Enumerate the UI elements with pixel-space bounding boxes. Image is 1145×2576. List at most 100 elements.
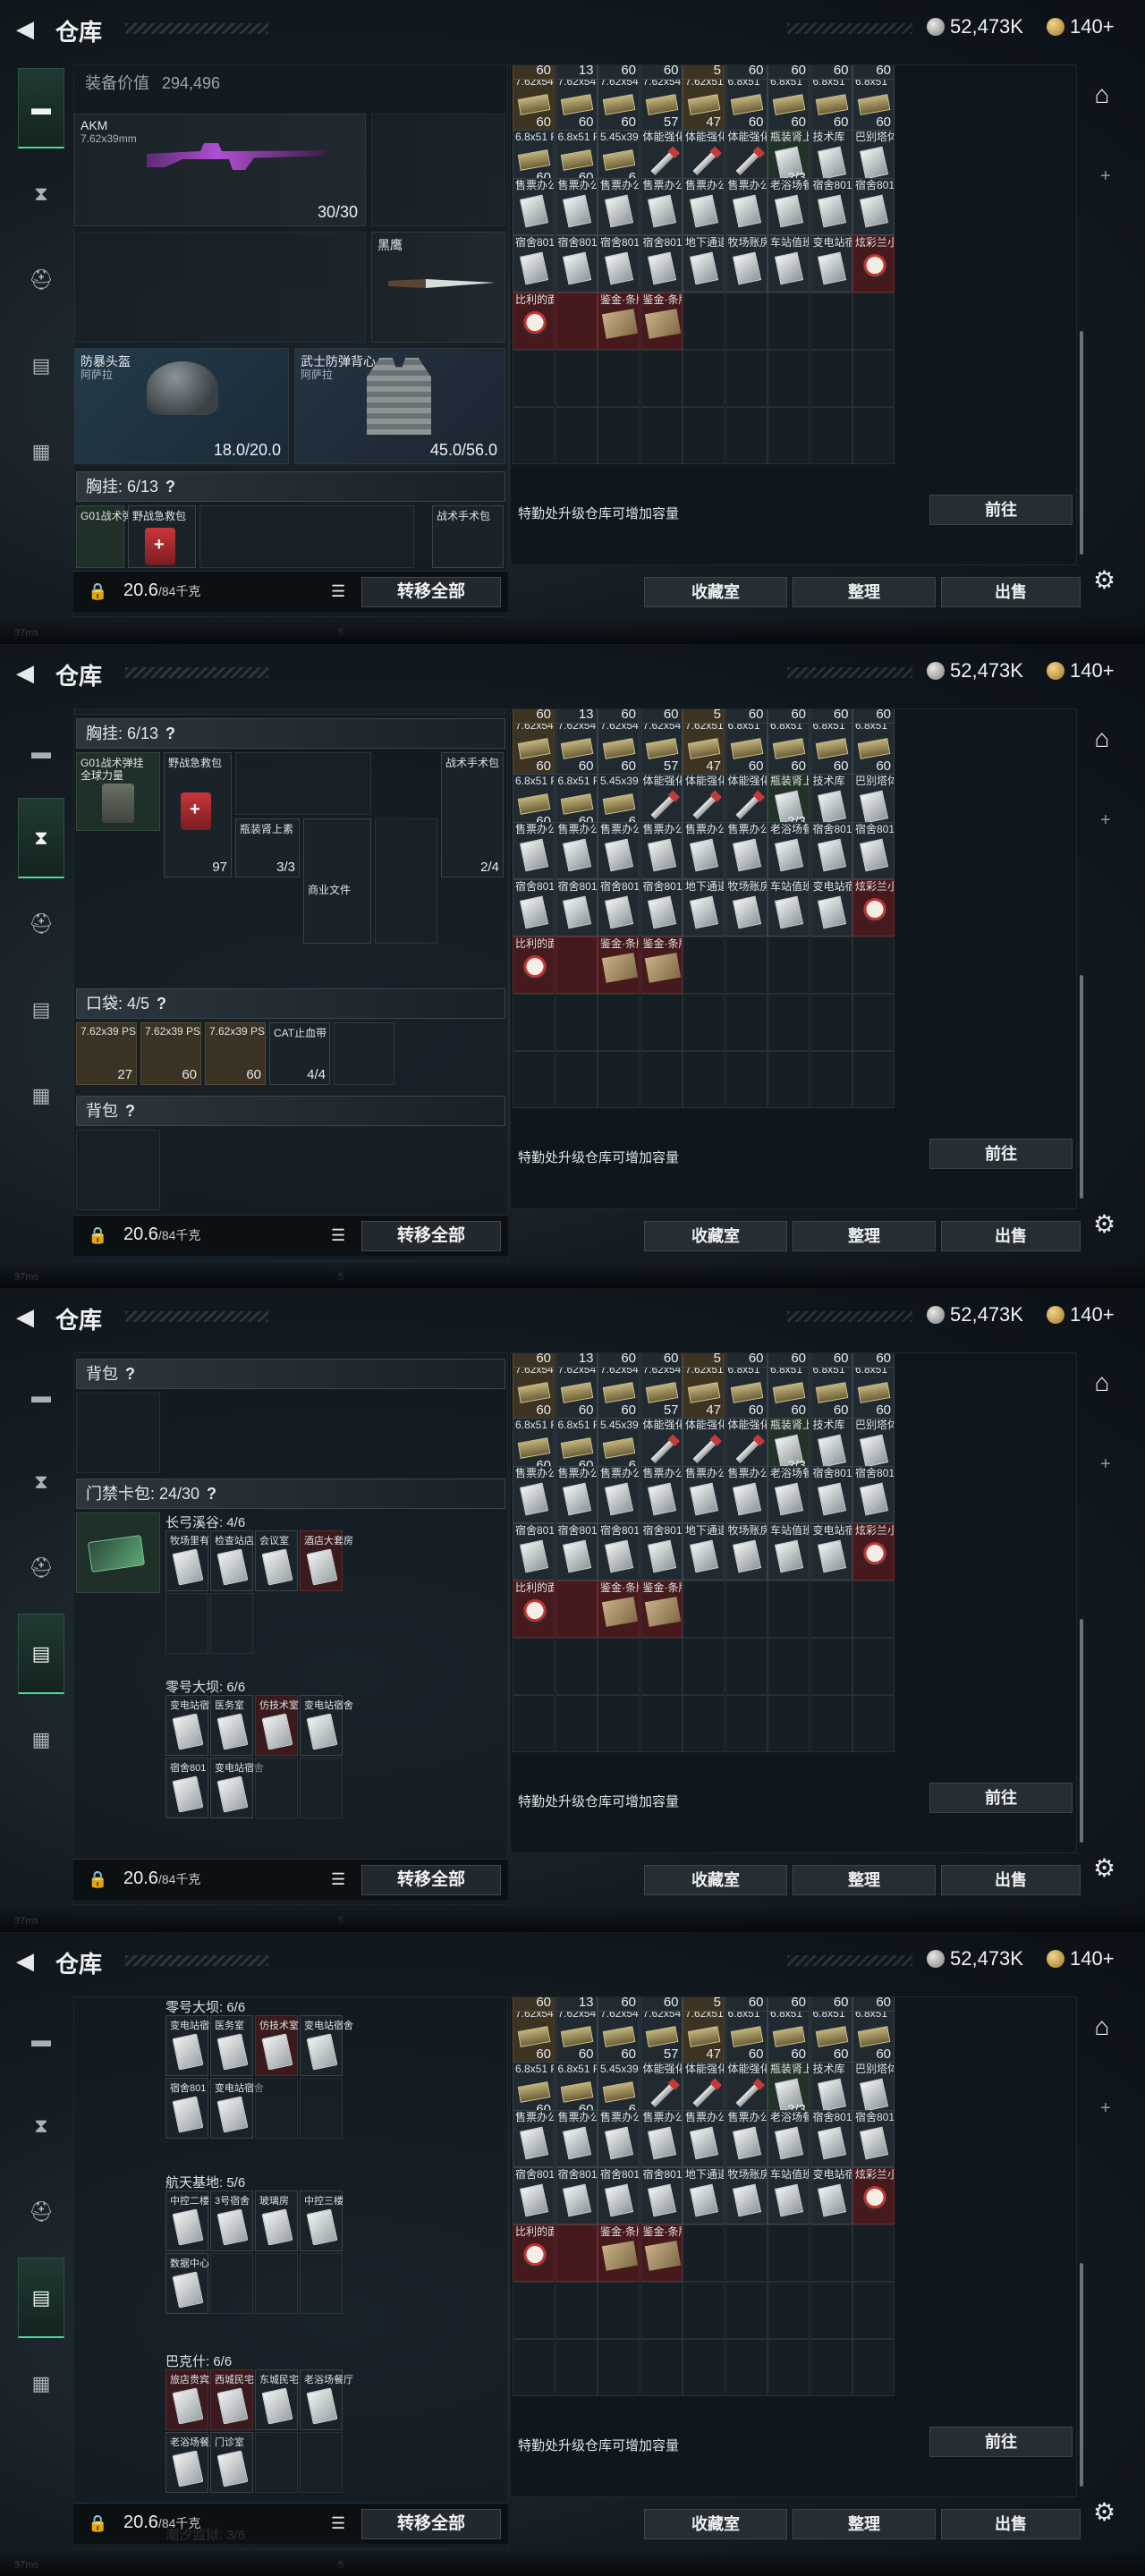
stash-scrollbar[interactable] <box>1080 2263 1083 2487</box>
stash-scrollbar[interactable] <box>1080 331 1083 555</box>
stash-item[interactable]: 7.62x54R60 <box>555 1362 598 1419</box>
empty-slot[interactable] <box>768 2282 810 2339</box>
empty-slot[interactable] <box>852 2282 895 2339</box>
stash-item[interactable]: 7.62x54R60 <box>513 1362 555 1419</box>
stash-item[interactable]: 老浴场餐厅 <box>768 1466 810 1523</box>
backpack-slot[interactable] <box>76 1130 160 1210</box>
stash-item[interactable]: 60 <box>513 65 555 80</box>
empty-slot[interactable] <box>598 1051 640 1108</box>
stash-item[interactable]: 60 <box>598 709 640 724</box>
stash-item[interactable]: 6.8x51 60 <box>725 2006 768 2063</box>
stash-item[interactable]: 6.8x51 60 <box>768 1362 810 1419</box>
empty-slot[interactable] <box>513 994 555 1051</box>
stash-item[interactable]: 老浴场餐厅 <box>768 2110 810 2167</box>
help-icon[interactable]: ? <box>165 478 175 496</box>
stash-item[interactable]: 60 <box>598 65 640 80</box>
keycard-item[interactable]: 东城民宅 <box>255 2369 299 2430</box>
stash-item[interactable]: 售票办公室 <box>513 2110 555 2167</box>
stash-item[interactable]: 7.62x54R60 <box>513 2006 555 2063</box>
empty-slot[interactable] <box>640 2282 683 2339</box>
goto-button[interactable]: 前往 <box>929 495 1073 525</box>
medkit-slot[interactable]: 野战急救包 <box>128 505 196 568</box>
stash-item[interactable]: 7.62x51 47 <box>683 718 725 775</box>
pocket-empty-slot[interactable] <box>334 1022 394 1085</box>
pocket-item[interactable]: 7.62x39 PS 60 <box>205 1022 266 1085</box>
stash-item[interactable]: 60 <box>513 709 555 724</box>
stash-item[interactable]: 地下通道 <box>683 235 725 292</box>
stash-item[interactable]: 6.8x51 60 <box>810 2006 852 2063</box>
transfer-all-button[interactable]: 转移全部 <box>361 1221 501 1251</box>
empty-slot[interactable] <box>768 1695 810 1752</box>
keycard-item[interactable]: 老浴场餐厅 <box>165 2432 219 2493</box>
silver-currency[interactable]: 52,473K <box>927 659 1023 682</box>
empty-slot[interactable] <box>768 994 810 1051</box>
stash-item[interactable]: 7.62x51 47 <box>683 2006 725 2063</box>
empty-slot[interactable] <box>768 350 810 407</box>
back-icon[interactable]: ◀ <box>16 16 41 41</box>
stash-item[interactable]: 5 <box>683 65 725 80</box>
chest-rig-slot[interactable]: G01战术弹挂 <box>76 505 144 568</box>
stash-item[interactable]: 售票办公室 <box>725 822 768 879</box>
back-icon[interactable]: ◀ <box>16 660 41 685</box>
keycard-empty-slot[interactable] <box>300 2432 343 2493</box>
empty-slot[interactable] <box>555 2282 598 2339</box>
sidebar-tab-helmet[interactable]: ⛑ <box>18 2172 64 2252</box>
empty-slot[interactable] <box>810 350 852 407</box>
gear-icon[interactable]: ⚙ <box>1093 1209 1115 1239</box>
stash-item[interactable]: 车站值班室 <box>768 235 810 292</box>
backpack-header[interactable]: 背包? <box>76 1359 505 1389</box>
empty-slot[interactable] <box>810 2339 852 2396</box>
keycard-empty-slot[interactable] <box>210 2253 253 2314</box>
stash-item[interactable]: 售票办公室 <box>725 1466 768 1523</box>
chest-rig-header[interactable]: 胸挂: 6/13? <box>76 718 505 749</box>
empty-slot[interactable] <box>683 350 725 407</box>
empty-slot[interactable] <box>640 994 683 1051</box>
stash-item[interactable] <box>725 936 768 994</box>
stash-item[interactable]: 老浴场餐厅 <box>768 178 810 235</box>
keycard-item[interactable]: 医务室 <box>210 2015 253 2076</box>
stash-item[interactable]: 60 <box>852 1997 895 2012</box>
stash-item[interactable]: 5 <box>683 709 725 724</box>
empty-slot[interactable] <box>640 1638 683 1695</box>
sort-button[interactable]: 整理 <box>793 577 936 607</box>
transfer-all-button[interactable]: 转移全部 <box>361 2509 501 2539</box>
empty-slot[interactable] <box>598 350 640 407</box>
stash-item[interactable]: 7.62x54R57 <box>640 1362 683 1419</box>
stash-item[interactable]: 60 <box>810 65 852 80</box>
stash-item[interactable]: 13 <box>555 65 598 80</box>
stash-item[interactable]: 13 <box>555 1353 598 1368</box>
stash-item[interactable]: 变电站宿舍 <box>810 235 852 292</box>
collection-button[interactable]: 收藏室 <box>644 1865 787 1895</box>
keycard-case-slot[interactable] <box>76 1513 160 1593</box>
stash-item[interactable] <box>683 2224 725 2282</box>
silver-currency[interactable]: 52,473K <box>927 1947 1023 1970</box>
empty-slot[interactable] <box>555 1051 598 1108</box>
keycard-item[interactable]: 中控三楼 <box>300 2190 344 2251</box>
empty-slot[interactable] <box>683 1695 725 1752</box>
empty-slot[interactable] <box>555 1695 598 1752</box>
stash-item[interactable] <box>555 2224 598 2282</box>
sidebar-tab-vest[interactable]: ⧗ <box>18 1442 64 1522</box>
stash-item[interactable]: 售票办公室 <box>555 822 598 879</box>
stash-item[interactable] <box>852 292 895 350</box>
stash-item[interactable]: 7.62x54R60 <box>598 2006 640 2063</box>
keycard-item[interactable]: 检查站店房 <box>210 1530 264 1591</box>
stash-item[interactable]: 宿舍801 <box>555 235 598 292</box>
stash-item[interactable]: 售票办公室 <box>513 822 555 879</box>
pocket-header[interactable]: 口袋: 4/5? <box>76 988 505 1019</box>
empty-slot[interactable] <box>725 350 768 407</box>
stash-item[interactable]: 炫彩兰小屋 <box>852 2167 895 2224</box>
keycard-empty-slot[interactable] <box>210 1593 253 1654</box>
stash-item[interactable]: 地下通道 <box>683 879 725 936</box>
stash-item[interactable]: 售票办公室 <box>640 178 683 235</box>
stash-item[interactable]: 宿舍801 <box>598 1523 640 1580</box>
empty-slot[interactable] <box>683 1638 725 1695</box>
sell-button[interactable]: 出售 <box>941 1221 1081 1251</box>
keycard-item[interactable]: 变电站宿舍 <box>165 1695 219 1756</box>
empty-slot[interactable] <box>852 1638 895 1695</box>
stash-item[interactable]: 地下通道 <box>683 1523 725 1580</box>
stash-item[interactable]: 比利的面具 <box>513 2224 555 2282</box>
keycard-empty-slot[interactable] <box>300 1758 343 1818</box>
collection-button[interactable]: 收藏室 <box>644 577 787 607</box>
stash-item[interactable]: 7.62x54R57 <box>640 2006 683 2063</box>
